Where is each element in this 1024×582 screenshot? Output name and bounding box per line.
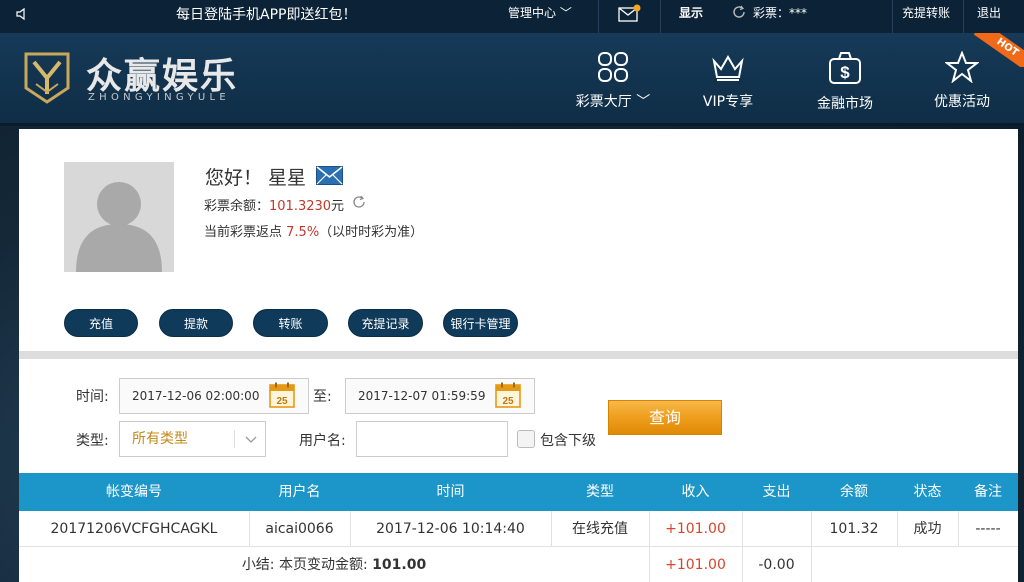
- rebate-note: （以时时彩为准）: [319, 225, 424, 240]
- cell-status: 成功: [913, 521, 942, 537]
- rebate-value: 7.5%: [286, 225, 320, 240]
- section-divider: [19, 351, 1018, 359]
- type-select[interactable]: 所有类型: [119, 421, 266, 457]
- col-header: 类型: [586, 484, 614, 500]
- col-header: 备注: [974, 484, 1002, 500]
- col-header: 收入: [681, 484, 710, 500]
- nav-label: 彩票大厅 ﹀: [575, 94, 651, 110]
- rebate-label: 当前彩票返点: [204, 225, 287, 240]
- calendar-day: 25: [502, 396, 514, 407]
- table-header: 帐变编号 用户名 时间 类型 收入 支出 余额 状态 备注: [19, 473, 1018, 511]
- transaction-history-button[interactable]: 充提记录: [348, 309, 423, 337]
- col-header: 时间: [436, 484, 465, 500]
- calendar-day: 25: [276, 396, 288, 407]
- nav-lottery-hall[interactable]: 彩票大厅 ﹀: [558, 51, 668, 121]
- notice-marquee[interactable]: 每日登陆手机APP即送红包！: [176, 4, 356, 24]
- col-header: 状态: [913, 484, 942, 500]
- rebate-line: 当前彩票返点 7.5%（以时时彩为准）: [204, 221, 423, 240]
- query-button[interactable]: 查询: [608, 400, 722, 435]
- lottery-balance: 彩票：***: [753, 6, 808, 20]
- table-row[interactable]: 20171206VCFGHCAGKL aicai0066 2017-12-06 …: [19, 511, 1018, 547]
- cell-type: 在线充值: [572, 521, 628, 537]
- col-header: 用户名: [278, 484, 321, 500]
- col-header: 余额: [840, 484, 868, 500]
- username-label: 用户名:: [299, 433, 346, 449]
- subtotal-text: 小结: 本页变动金额: 101.00: [19, 547, 649, 582]
- speaker-icon[interactable]: [14, 6, 30, 22]
- mail-icon[interactable]: [618, 4, 642, 24]
- bank-card-button[interactable]: 银行卡管理: [443, 309, 518, 337]
- balance-line: 彩票余额：101.3230元: [204, 195, 344, 214]
- cell-expense: [742, 511, 811, 547]
- hot-badge: HOT: [974, 33, 1024, 67]
- cell-note: -----: [975, 521, 1001, 537]
- greeting: 您好！ 星星: [205, 167, 307, 189]
- nav-finance[interactable]: $ 金融市场: [790, 51, 900, 121]
- refresh-icon[interactable]: [732, 5, 746, 19]
- brand-logo-icon[interactable]: [22, 48, 72, 106]
- type-select-value: 所有类型: [132, 431, 188, 447]
- nav-label: VIP专享: [702, 94, 754, 110]
- avatar: [64, 162, 174, 272]
- calendar-icon[interactable]: 25: [495, 382, 521, 408]
- calendar-icon[interactable]: 25: [269, 382, 295, 408]
- user-silhouette-icon: [76, 182, 162, 272]
- withdraw-button[interactable]: 提款: [159, 309, 233, 337]
- header: 众赢娱乐 ZHONGYINGYULE 彩票大厅 ﹀ VIP专享 $ 金融市场 优…: [0, 33, 1024, 126]
- include-sub-checkbox[interactable]: [517, 430, 535, 448]
- cell-income: +101.00: [665, 521, 726, 537]
- envelope-icon[interactable]: [316, 166, 343, 185]
- col-header: 支出: [762, 484, 791, 500]
- col-header: 帐变编号: [106, 484, 162, 500]
- refresh-balance-icon[interactable]: [352, 195, 366, 209]
- type-label: 类型:: [76, 433, 109, 449]
- grid-icon: [598, 52, 628, 82]
- to-label: 至:: [313, 389, 332, 405]
- cell-id: 20171206VCFGHCAGKL: [50, 521, 218, 537]
- deposit-button[interactable]: 充值: [64, 309, 138, 337]
- subtotal-income: +101.00: [665, 557, 726, 573]
- chevron-down-icon: [245, 436, 257, 443]
- subtotal-label: 小结: 本页变动金额:: [241, 557, 373, 573]
- svg-text:$: $: [840, 63, 850, 82]
- show-balance-toggle[interactable]: 显示: [679, 0, 703, 33]
- hot-badge-text: HOT: [974, 33, 1024, 67]
- nav-vip[interactable]: VIP专享: [673, 51, 783, 121]
- deposit-transfer-link[interactable]: 充提转账: [902, 0, 950, 33]
- subtotal-row: 小结: 本页变动金额: 101.00 +101.00 -0.00: [19, 547, 1018, 582]
- money-bag-icon: $: [829, 52, 861, 84]
- nav-label: 金融市场: [817, 96, 873, 112]
- logout-link[interactable]: 退出: [977, 0, 1001, 33]
- transfer-button[interactable]: 转账: [253, 309, 328, 337]
- balance-label: 彩票余额：: [204, 199, 270, 214]
- manage-center-menu[interactable]: 管理中心 ﹀: [508, 0, 572, 33]
- top-bar: 每日登陆手机APP即送红包！ 管理中心 ﹀ 显示 彩票：*** 充提转账 退出: [0, 0, 1024, 33]
- brand-subtitle: ZHONGYINGYULE: [88, 92, 230, 103]
- subtotal-value: 101.00: [372, 557, 427, 573]
- balance-value: 101.3230: [269, 199, 332, 214]
- cell-time: 2017-12-06 10:14:40: [376, 521, 525, 537]
- crown-icon: [712, 55, 744, 81]
- account-panel: 您好！ 星星 彩票余额：101.3230元 当前彩票返点 7.5%（以时时彩为准…: [19, 129, 1018, 582]
- subtotal-expense: -0.00: [758, 557, 795, 573]
- time-label: 时间:: [76, 389, 109, 405]
- username-input[interactable]: [356, 421, 508, 457]
- balance-unit: 元: [331, 199, 345, 214]
- cell-balance: 101.32: [829, 521, 879, 537]
- include-sub-label: 包含下级: [540, 433, 596, 449]
- nav-label: 优惠活动: [934, 94, 990, 110]
- cell-username: aicai0066: [265, 521, 334, 537]
